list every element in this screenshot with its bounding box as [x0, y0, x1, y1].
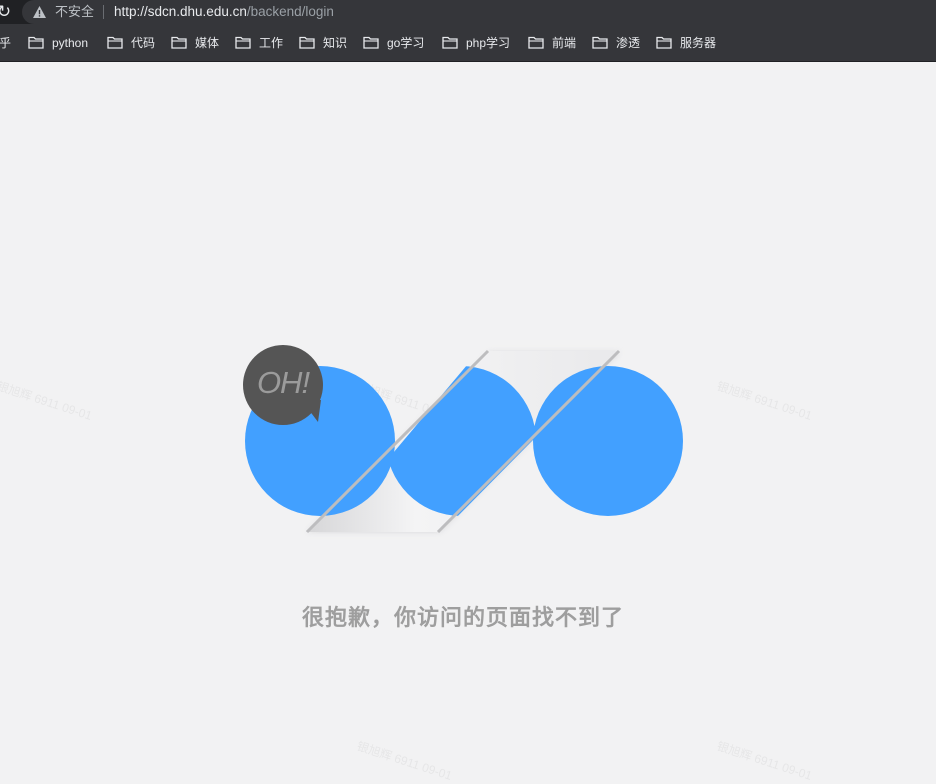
bookmark-folder-frontend[interactable]: 前端: [528, 24, 576, 61]
bubble-text: OH!: [256, 365, 310, 400]
bookmark-label: python: [52, 35, 89, 50]
bookmark-folder-pentest[interactable]: 渗透: [592, 24, 640, 61]
bookmark-folder-server[interactable]: 服务器: [656, 24, 716, 61]
page-content: 银旭辉 6911 09-01 银旭辉 6911 09-01 银旭辉 6911 0…: [0, 62, 936, 783]
bookmark-label: 工作: [259, 36, 284, 50]
not-found-illustration: [243, 345, 683, 534]
bookmark-label: 代码: [131, 36, 156, 50]
bookmark-folder-go[interactable]: go学习: [363, 24, 424, 61]
bookmark-label: 媒体: [195, 36, 220, 50]
warning-triangle-icon[interactable]: [32, 5, 47, 19]
bookmark-folder-knowledge[interactable]: 知识: [299, 24, 347, 61]
url-path: /backend/login: [246, 4, 334, 19]
folder-icon: [528, 36, 544, 49]
bookmark-folder-work[interactable]: 工作: [235, 24, 283, 61]
bookmark-label: 知识: [323, 36, 348, 50]
bookmark-folder-python[interactable]: python: [28, 24, 88, 61]
folder-icon: [363, 36, 379, 49]
folder-icon: [656, 36, 672, 49]
bookmark-label: 乎: [0, 36, 12, 50]
folder-icon: [171, 36, 187, 49]
folder-icon: [28, 36, 44, 49]
blue-circle-right: [533, 366, 683, 516]
folder-icon: [107, 36, 123, 49]
blue-circle-middle: [386, 366, 536, 516]
bookmark-label: php学习: [466, 36, 511, 50]
bookmark-folder-code[interactable]: 代码: [107, 24, 155, 61]
bookmark-item[interactable]: 乎: [0, 24, 11, 61]
bookmark-label: go学习: [387, 36, 425, 50]
reload-icon[interactable]: ↻: [0, 1, 15, 23]
bookmark-folder-media[interactable]: 媒体: [171, 24, 219, 61]
url-text[interactable]: http://sdcn.dhu.edu.cn/backend/login: [114, 4, 334, 20]
url-host: http://sdcn.dhu.edu.cn: [114, 4, 247, 19]
security-status-label[interactable]: 不安全: [55, 4, 94, 20]
bookmark-label: 前端: [552, 36, 577, 50]
address-bar[interactable]: 不安全 http://sdcn.dhu.edu.cn/backend/login: [22, 0, 936, 24]
bookmark-label: 服务器: [680, 36, 717, 50]
error-message: 很抱歉，你访问的页面找不到了: [301, 605, 624, 630]
browser-toolbar: ↻ 不安全 http://sdcn.dhu.edu.cn/backend/log…: [0, 0, 936, 24]
address-separator: [103, 5, 104, 19]
folder-icon: [235, 36, 251, 49]
bookmark-folder-php[interactable]: php学习: [442, 24, 510, 61]
bookmarks-bar: 乎 python 代码 媒体 工作 知识 go学习 php学习 前端 渗透 服务…: [0, 24, 936, 62]
folder-icon: [299, 36, 315, 49]
folder-icon: [592, 36, 608, 49]
folder-icon: [442, 36, 458, 49]
bookmark-label: 渗透: [616, 36, 641, 50]
